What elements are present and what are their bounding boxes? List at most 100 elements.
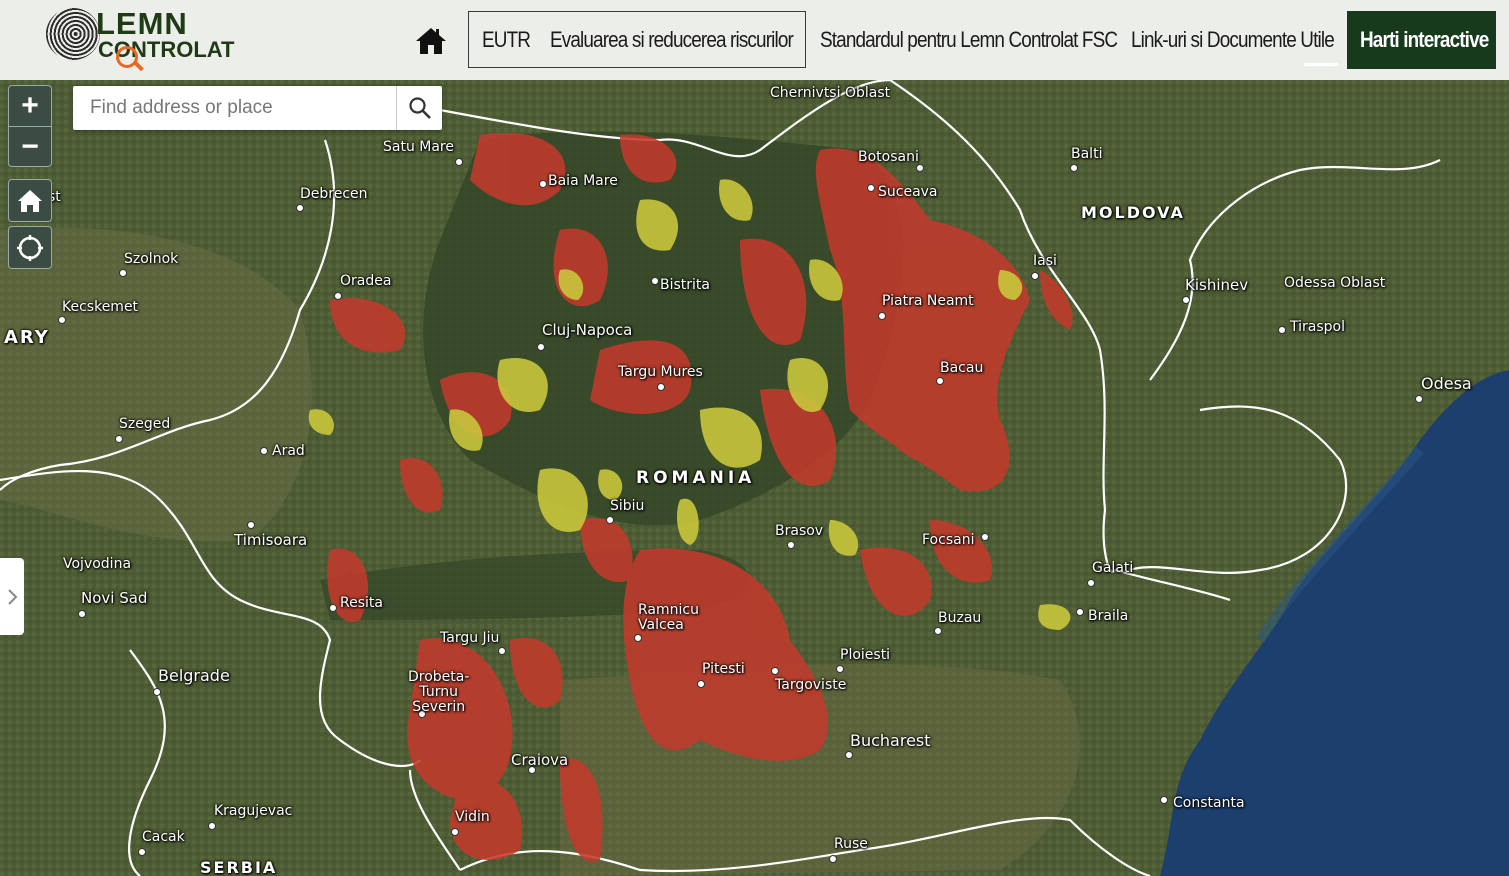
city-marker xyxy=(539,180,547,188)
map-label-bucharest: Bucharest xyxy=(850,731,931,750)
map-label-hungary: ARY xyxy=(4,327,50,348)
nav-item-linkuri[interactable]: Link-uri si Documente Utile xyxy=(1131,11,1335,69)
map-label-balti: Balti xyxy=(1071,146,1103,162)
map-label-constanta: Constanta xyxy=(1173,795,1245,811)
map-label-targoviste: Targoviste xyxy=(775,677,847,693)
city-marker xyxy=(606,516,614,524)
nav-item-harti-label: Harti interactive xyxy=(1360,27,1489,52)
search-icon xyxy=(409,97,431,119)
city-marker xyxy=(878,312,886,320)
zoom-in-button[interactable]: + xyxy=(8,85,52,127)
city-marker xyxy=(651,277,659,285)
map-label-resita: Resita xyxy=(340,595,383,611)
map-label-bacau: Bacau xyxy=(940,360,984,376)
plus-icon: + xyxy=(21,89,39,122)
interactive-map[interactable]: Chernivtsi Oblast Satu Mare Baia Mare Bo… xyxy=(0,80,1509,876)
nav-item-harti-interactive[interactable]: Harti interactive xyxy=(1360,11,1489,69)
map-label-targu-mures: Targu Mures xyxy=(618,364,703,380)
map-label-tiraspol: Tiraspol xyxy=(1290,319,1345,335)
map-label-novi-sad: Novi Sad xyxy=(81,589,148,607)
default-extent-button[interactable] xyxy=(8,179,52,222)
city-marker xyxy=(296,204,304,212)
map-label-ramnicu-valcea: Ramnicu Valcea xyxy=(638,602,699,633)
city-marker xyxy=(1087,579,1095,587)
map-label-focsani: Focsani xyxy=(922,532,975,548)
map-label-odessa-oblast: Odessa Oblast xyxy=(1284,275,1386,291)
map-label-braila: Braila xyxy=(1088,608,1129,624)
city-marker xyxy=(119,269,127,277)
home-nav-button[interactable] xyxy=(414,26,448,56)
city-marker xyxy=(247,521,255,529)
map-label-serbia: SERBIA xyxy=(200,858,278,876)
map-label-sibiu: Sibiu xyxy=(610,498,645,514)
map-label-baia-mare: Baia Mare xyxy=(548,173,618,189)
map-label-buzau: Buzau xyxy=(938,610,982,626)
city-marker xyxy=(634,634,642,642)
map-label-cluj: Cluj-Napoca xyxy=(542,321,633,339)
city-marker xyxy=(787,541,795,549)
zoom-out-button[interactable]: − xyxy=(8,126,52,167)
search-button[interactable] xyxy=(396,86,443,130)
map-label-ruse: Ruse xyxy=(834,836,868,852)
city-marker xyxy=(1278,326,1286,334)
map-label-cacak: Cacak xyxy=(142,829,185,845)
city-marker xyxy=(829,855,837,863)
city-marker xyxy=(138,848,146,856)
map-label-satu-mare: Satu Mare xyxy=(383,139,454,155)
map-label-vojvodina: Vojvodina xyxy=(63,556,132,572)
map-label-brasov: Brasov xyxy=(775,523,824,539)
nav-item-eutr[interactable]: EUTR xyxy=(482,11,531,69)
city-marker xyxy=(1076,608,1084,616)
nav-item-standardul-label: Standardul pentru Lemn Controlat FSC xyxy=(820,27,1118,52)
nav-item-linkuri-label: Link-uri si Documente Utile xyxy=(1131,27,1335,52)
home-icon xyxy=(416,28,446,54)
city-marker xyxy=(936,377,944,385)
address-search xyxy=(73,86,442,130)
map-label-craiova: Craiova xyxy=(511,751,569,769)
map-label-arad: Arad xyxy=(272,443,305,459)
map-label-pitesti: Pitesti xyxy=(702,661,745,677)
map-label-vidin: Vidin xyxy=(455,809,490,825)
site-logo[interactable]: LEMN CONTROLAT xyxy=(44,6,234,76)
map-label-chernivtsi: Chernivtsi Oblast xyxy=(770,85,891,101)
site-header: LEMN CONTROLAT EUTR Evaluarea si reducer… xyxy=(0,0,1509,81)
city-marker xyxy=(1415,395,1423,403)
city-marker xyxy=(836,665,844,673)
city-marker xyxy=(934,627,942,635)
map-label-kecskemet: Kecskemet xyxy=(62,299,139,315)
city-marker xyxy=(329,604,337,612)
map-label-romania: ROMANIA xyxy=(636,468,756,488)
city-marker xyxy=(981,533,989,541)
map-label-debrecen: Debrecen xyxy=(300,186,368,202)
map-label-szeged: Szeged xyxy=(119,416,171,432)
city-marker xyxy=(455,158,463,166)
minus-icon: − xyxy=(21,129,39,163)
city-marker xyxy=(78,610,86,618)
search-input[interactable] xyxy=(73,86,395,130)
city-marker xyxy=(697,680,705,688)
city-marker xyxy=(260,447,268,455)
city-marker xyxy=(1160,796,1168,804)
city-marker xyxy=(451,828,459,836)
fingerprint-logo-icon xyxy=(46,8,100,60)
map-label-iasi: Iasi xyxy=(1033,253,1057,269)
locate-button[interactable] xyxy=(8,226,52,269)
city-marker xyxy=(334,292,342,300)
map-label-piatra-neamt: Piatra Neamt xyxy=(882,293,974,309)
map-label-suceava: Suceava xyxy=(878,184,938,200)
map-label-bistrita: Bistrita xyxy=(660,277,710,293)
map-label-kishinev: Kishinev xyxy=(1185,276,1249,294)
map-label-galati: Galati xyxy=(1092,560,1134,576)
nav-item-eutr-label: EUTR xyxy=(482,27,531,52)
map-label-drobeta: Drobeta- Turnu Severin xyxy=(408,669,470,715)
sidebar-expand-tab[interactable] xyxy=(0,558,24,635)
city-marker xyxy=(1070,164,1078,172)
home-icon xyxy=(18,189,42,212)
city-marker xyxy=(537,343,545,351)
nav-item-standardul[interactable]: Standardul pentru Lemn Controlat FSC xyxy=(820,11,1118,69)
city-marker xyxy=(1031,272,1039,280)
nav-item-evaluarea[interactable]: Evaluarea si reducerea riscurilor xyxy=(550,11,794,69)
city-marker xyxy=(498,647,506,655)
map-label-oradea: Oradea xyxy=(340,273,392,289)
city-marker xyxy=(1182,296,1190,304)
